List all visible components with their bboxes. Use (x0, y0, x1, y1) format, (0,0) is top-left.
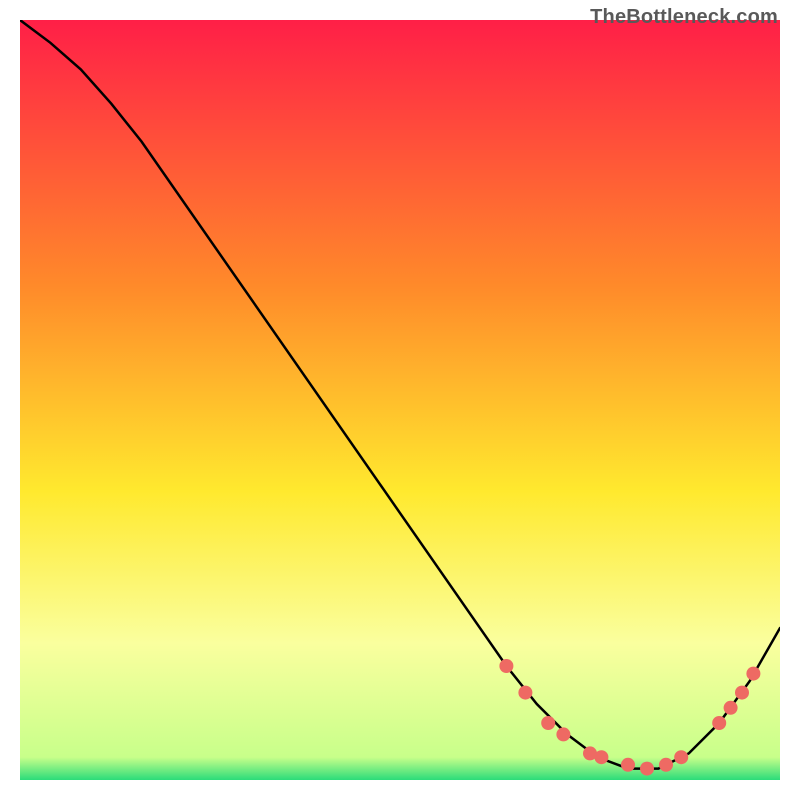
data-marker (621, 758, 635, 772)
data-marker (735, 686, 749, 700)
data-marker (640, 762, 654, 776)
curve-layer (20, 20, 780, 780)
data-marker (499, 659, 513, 673)
data-marker (674, 750, 688, 764)
data-marker (712, 716, 726, 730)
data-marker (724, 701, 738, 715)
data-marker (746, 667, 760, 681)
bottleneck-curve (20, 20, 780, 769)
data-marker (518, 686, 532, 700)
data-marker (594, 750, 608, 764)
curve-markers (499, 659, 760, 776)
watermark-label: TheBottleneck.com (590, 6, 778, 29)
data-marker (556, 727, 570, 741)
plot-area (20, 20, 780, 780)
data-marker (659, 758, 673, 772)
data-marker (541, 716, 555, 730)
chart-container: TheBottleneck.com (0, 0, 800, 800)
